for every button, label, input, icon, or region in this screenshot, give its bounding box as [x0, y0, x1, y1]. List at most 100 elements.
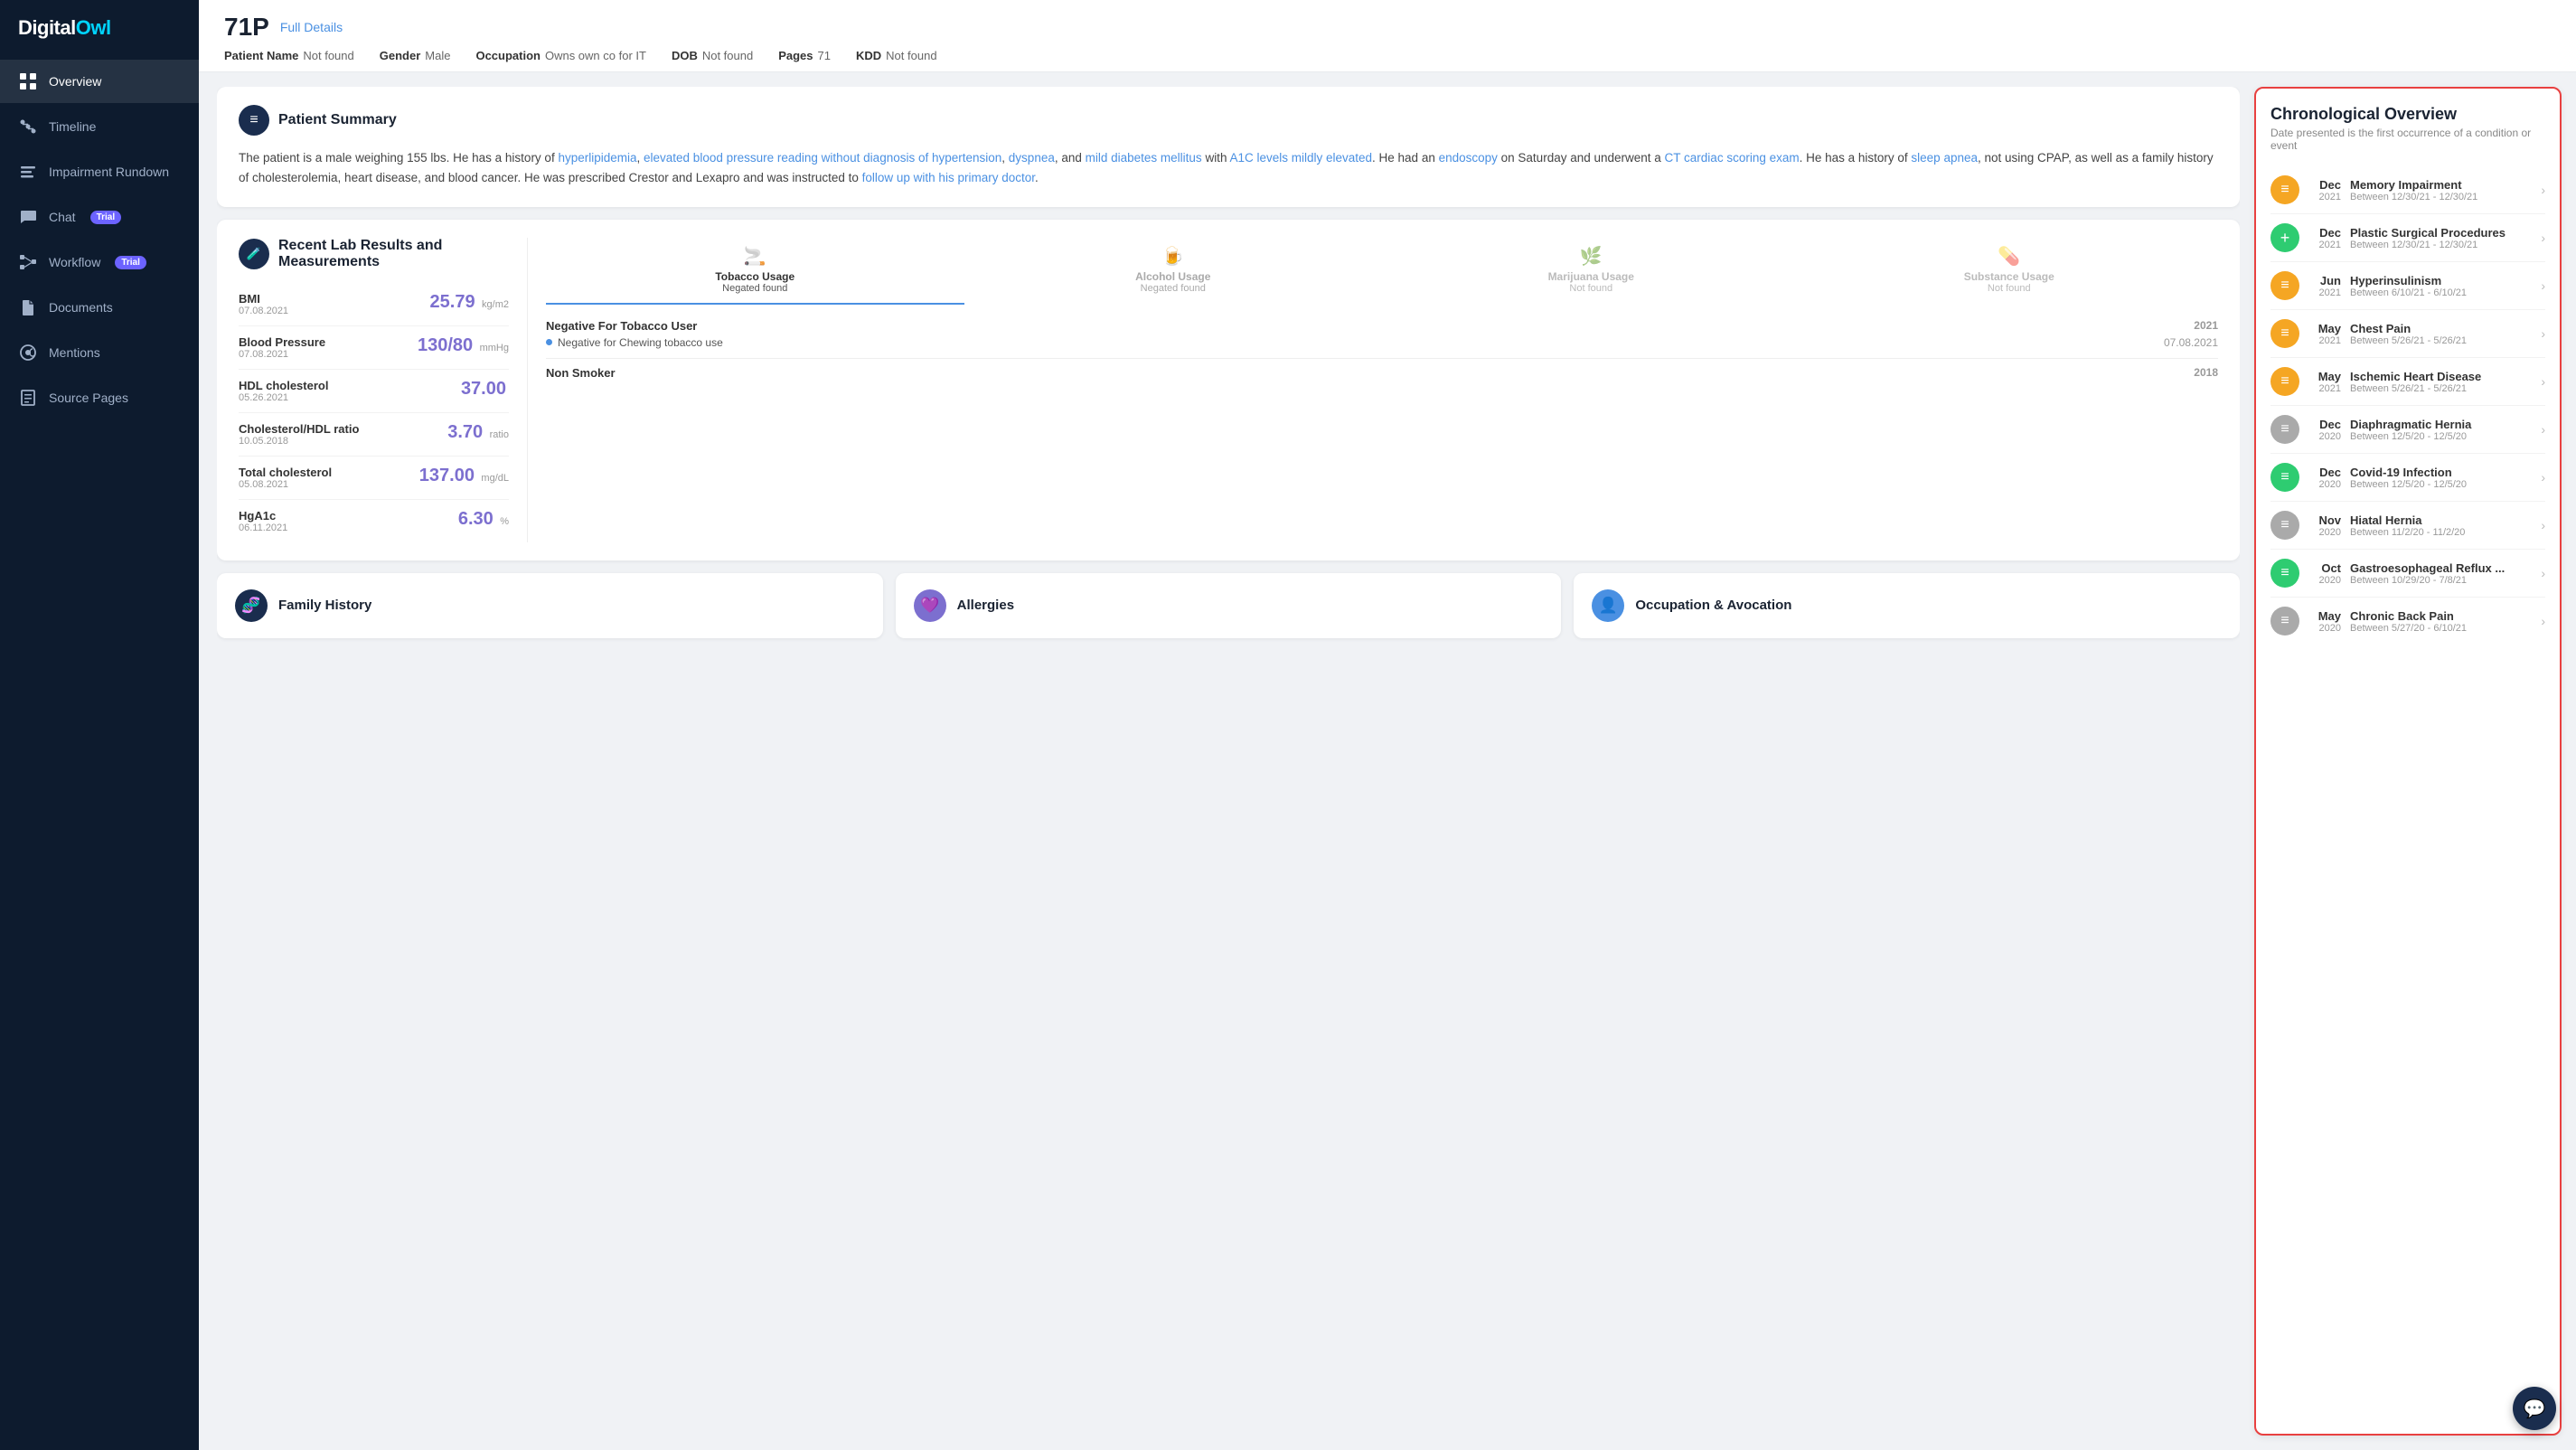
tl-item-back[interactable]: ≡ May 2020 Chronic Back Pain Between 5/2…: [2270, 598, 2545, 645]
chat-icon: [18, 207, 38, 227]
lab-date-cholesterol: 05.08.2021: [239, 479, 332, 490]
tl-item-diaphragm[interactable]: ≡ Dec 2020 Diaphragmatic Hernia Between …: [2270, 406, 2545, 454]
lab-name-bmi: BMI: [239, 292, 288, 306]
tobacco-entry-header-1: Negative For Tobacco User 2021: [546, 319, 2218, 333]
tl-item-hiatal[interactable]: ≡ Nov 2020 Hiatal Hernia Between 11/2/20…: [2270, 502, 2545, 550]
link-followup[interactable]: follow up with his primary doctor: [862, 171, 1035, 184]
tobacco-sub-1: Negative for Chewing tobacco use 07.08.2…: [546, 336, 2218, 349]
occupation-title: Occupation & Avocation: [1635, 598, 1791, 613]
tl-dot-ischemic: ≡: [2270, 367, 2299, 396]
link-ct[interactable]: CT cardiac scoring exam: [1665, 151, 1800, 165]
sidebar-item-source[interactable]: Source Pages: [0, 376, 199, 419]
summary-title: Patient Summary: [278, 112, 397, 128]
chevron-covid: ›: [2541, 470, 2545, 485]
tab-substance[interactable]: 💊 Substance Usage Not found: [1800, 238, 2219, 305]
link-bp[interactable]: elevated blood pressure reading without …: [644, 151, 1001, 165]
allergies-card[interactable]: 💜 Allergies: [896, 573, 1562, 638]
tab-tobacco[interactable]: 🚬 Tobacco Usage Negated found: [546, 238, 964, 305]
lab-name-cholesterol: Total cholesterol: [239, 466, 332, 479]
family-title: Family History: [278, 598, 371, 613]
lab-unit-ratio: ratio: [490, 429, 509, 440]
sidebar-label-chat: Chat: [49, 210, 76, 224]
tobacco-sub-date-1: 07.08.2021: [2164, 336, 2218, 349]
tl-range-gastro: Between 10/29/20 - 7/8/21: [2350, 575, 2532, 586]
tl-item-ischemic[interactable]: ≡ May 2021 Ischemic Heart Disease Betwee…: [2270, 358, 2545, 406]
tl-date-memory: Dec 2021: [2308, 178, 2341, 202]
tl-name-plastic: Plastic Surgical Procedures: [2350, 226, 2532, 240]
sidebar-item-timeline[interactable]: Timeline: [0, 105, 199, 148]
chevron-memory: ›: [2541, 183, 2545, 197]
link-a1c[interactable]: A1C levels mildly elevated: [1229, 151, 1372, 165]
tl-name-diaphragm: Diaphragmatic Hernia: [2350, 418, 2532, 431]
lab-item-hdl: HDL cholesterol 05.26.2021 37.00: [239, 370, 509, 413]
tl-date-hyper: Jun 2021: [2308, 274, 2341, 298]
family-history-card[interactable]: 🧬 Family History: [217, 573, 883, 638]
full-details-link[interactable]: Full Details: [280, 20, 343, 34]
chevron-diaphragm: ›: [2541, 422, 2545, 437]
tl-dot-covid: ≡: [2270, 463, 2299, 492]
meta-patient-name: Patient Name Not found: [224, 49, 354, 62]
tl-item-covid[interactable]: ≡ Dec 2020 Covid-19 Infection Between 12…: [2270, 454, 2545, 502]
alcohol-status: Negated found: [968, 283, 1379, 294]
tobacco-status: Negated found: [550, 283, 961, 294]
tl-item-chest[interactable]: ≡ May 2021 Chest Pain Between 5/26/21 - …: [2270, 310, 2545, 358]
link-endoscopy[interactable]: endoscopy: [1439, 151, 1498, 165]
lab-item-bp: Blood Pressure 07.08.2021 130/80 mmHg: [239, 326, 509, 370]
tab-alcohol[interactable]: 🍺 Alcohol Usage Negated found: [964, 238, 1383, 305]
logo-text2: Owl: [76, 16, 111, 39]
tab-marijuana[interactable]: 🌿 Marijuana Usage Not found: [1382, 238, 1800, 305]
tl-range-plastic: Between 12/30/21 - 12/30/21: [2350, 240, 2532, 250]
link-sleep-apnea[interactable]: sleep apnea: [1911, 151, 1978, 165]
tl-month-diaphragm: Dec: [2308, 418, 2341, 431]
allergies-title: Allergies: [957, 598, 1014, 613]
chat-fab-button[interactable]: 💬: [2513, 1387, 2556, 1430]
chat-trial-badge: Trial: [90, 211, 122, 224]
link-diabetes[interactable]: mild diabetes mellitus: [1086, 151, 1202, 165]
sidebar-item-mentions[interactable]: Mentions: [0, 331, 199, 374]
source-icon: [18, 388, 38, 408]
lab-value-bp: 130/80: [418, 335, 473, 355]
substance-label: Substance Usage: [1804, 270, 2215, 283]
tl-dot-back: ≡: [2270, 607, 2299, 636]
tl-month-hyper: Jun: [2308, 274, 2341, 287]
tl-name-chest: Chest Pain: [2350, 322, 2532, 335]
tl-dot-hiatal: ≡: [2270, 511, 2299, 540]
tl-item-gastro[interactable]: ≡ Oct 2020 Gastroesophageal Reflux ... B…: [2270, 550, 2545, 598]
tl-range-ischemic: Between 5/26/21 - 5/26/21: [2350, 383, 2532, 394]
tl-dot-diaphragm: ≡: [2270, 415, 2299, 444]
meta-occupation: Occupation Owns own co for IT: [475, 49, 646, 62]
meta-label-pages: Pages: [778, 49, 813, 62]
tobacco-entry-header-2: Non Smoker 2018: [546, 366, 2218, 380]
tl-dot-plastic: +: [2270, 223, 2299, 252]
family-icon: 🧬: [235, 589, 268, 622]
tl-item-hyper[interactable]: ≡ Jun 2021 Hyperinsulinism Between 6/10/…: [2270, 262, 2545, 310]
meta-value-gender: Male: [425, 49, 450, 62]
content-area: ≡ Patient Summary The patient is a male …: [199, 72, 2576, 1450]
sidebar-item-documents[interactable]: Documents: [0, 286, 199, 329]
impairment-icon: [18, 162, 38, 182]
sidebar-item-chat[interactable]: Chat Trial: [0, 195, 199, 239]
link-dyspnea[interactable]: dyspnea: [1009, 151, 1055, 165]
tl-item-plastic[interactable]: + Dec 2021 Plastic Surgical Procedures B…: [2270, 214, 2545, 262]
summary-icon: ≡: [239, 105, 269, 136]
link-hyperlipidemia[interactable]: hyperlipidemia: [558, 151, 636, 165]
sidebar-item-impairment[interactable]: Impairment Rundown: [0, 150, 199, 193]
chrono-subtitle: Date presented is the first occurrence o…: [2270, 127, 2545, 152]
logo-text1: Digital: [18, 16, 76, 39]
occupation-card[interactable]: 👤 Occupation & Avocation: [1574, 573, 2240, 638]
documents-icon: [18, 297, 38, 317]
tl-name-covid: Covid-19 Infection: [2350, 466, 2532, 479]
timeline-list: ≡ Dec 2021 Memory Impairment Between 12/…: [2270, 166, 2545, 645]
logo: DigitalOwl: [0, 0, 199, 60]
tl-month-gastro: Oct: [2308, 561, 2341, 575]
sidebar-label-documents: Documents: [49, 300, 113, 315]
tl-info-hyper: Hyperinsulinism Between 6/10/21 - 6/10/2…: [2350, 274, 2532, 298]
tobacco-entry-year-1: 2021: [2194, 319, 2218, 333]
substance-icon: 💊: [1804, 245, 2215, 268]
tl-range-diaphragm: Between 12/5/20 - 12/5/20: [2350, 431, 2532, 442]
bottom-cards-row: 🧬 Family History 💜 Allergies 👤 Occupatio…: [217, 573, 2240, 638]
sidebar-item-overview[interactable]: Overview: [0, 60, 199, 103]
tl-date-gastro: Oct 2020: [2308, 561, 2341, 586]
tl-item-memory[interactable]: ≡ Dec 2021 Memory Impairment Between 12/…: [2270, 166, 2545, 214]
sidebar-item-workflow[interactable]: Workflow Trial: [0, 240, 199, 284]
